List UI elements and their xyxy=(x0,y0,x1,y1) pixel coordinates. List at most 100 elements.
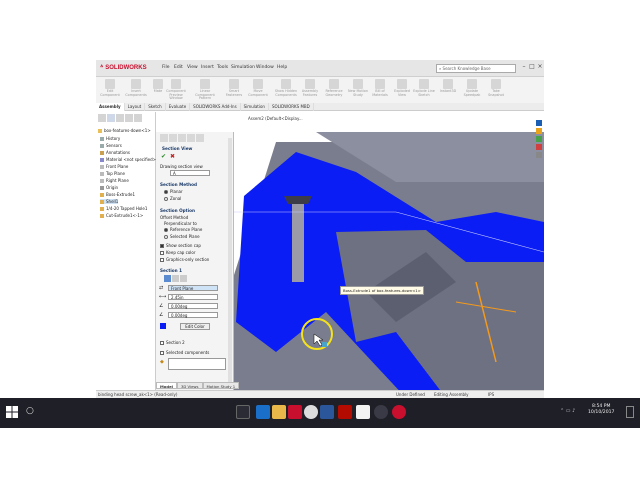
cap-color-swatch[interactable] xyxy=(160,323,166,329)
section-plane-field[interactable]: Front Plane xyxy=(168,285,218,291)
menu-insert[interactable]: Insert xyxy=(201,65,214,70)
take-snapshot-button[interactable]: Take Snapshot xyxy=(484,79,508,101)
recorder-icon[interactable] xyxy=(374,405,388,419)
status-units[interactable]: IPS xyxy=(488,392,494,397)
component-preview-button[interactable]: Component Preview Window xyxy=(164,79,188,101)
exploded-view-button[interactable]: Exploded View xyxy=(390,79,414,101)
selected-components-checkbox[interactable]: Selected components xyxy=(160,350,209,355)
tree-root[interactable]: box-features-down<1> xyxy=(98,128,151,133)
config-tab-icon[interactable] xyxy=(178,134,186,142)
zonal-radio[interactable]: Zonal xyxy=(164,196,181,201)
tab-sketch[interactable]: Sketch xyxy=(145,103,166,111)
windows-start-icon[interactable] xyxy=(6,406,18,418)
angle-y-field[interactable]: 0.00deg xyxy=(168,312,218,318)
tab-addins[interactable]: SOLIDWORKS Add-Ins xyxy=(190,103,241,111)
planar-radio[interactable]: Planar xyxy=(164,189,183,194)
keep-cap-color-checkbox[interactable]: Keep cap color xyxy=(160,250,195,255)
update-speedpak-button[interactable]: Update Speedpak xyxy=(460,79,484,101)
search-input[interactable]: ⌕ Search Knowledge Base xyxy=(436,64,516,73)
components-list-box[interactable] xyxy=(168,358,226,370)
ok-check-icon[interactable]: ✔ xyxy=(161,153,166,160)
right-plane-button[interactable] xyxy=(180,275,187,282)
menu-help[interactable]: Help xyxy=(277,65,287,70)
menu-view[interactable]: View xyxy=(187,65,198,70)
chrome-icon[interactable] xyxy=(304,405,318,419)
smart-fasteners-button[interactable]: Smart Fasteners xyxy=(222,79,246,101)
home-icon[interactable] xyxy=(536,120,542,126)
move-component-button[interactable]: Move Component xyxy=(246,79,270,101)
tab-model[interactable]: Model xyxy=(156,382,177,389)
tab-assembly[interactable]: Assembly xyxy=(96,103,125,111)
feature-manager-icon[interactable] xyxy=(98,114,106,122)
instant3d-button[interactable]: Instant3D xyxy=(436,79,460,101)
display-tab-icon[interactable] xyxy=(196,134,204,142)
tab-evaluate[interactable]: Evaluate xyxy=(166,103,191,111)
solidworks-taskbar-icon[interactable] xyxy=(288,405,302,419)
tab-layout[interactable]: Layout xyxy=(125,103,146,111)
display-manager-icon[interactable] xyxy=(134,114,142,122)
tree-item-material[interactable]: Material <not specified> xyxy=(100,157,156,162)
front-plane-button[interactable] xyxy=(164,275,171,282)
linear-pattern-button[interactable]: Linear Component Pattern xyxy=(190,79,220,101)
solidworks-launcher-icon[interactable] xyxy=(392,405,406,419)
menu-edit[interactable]: Edit xyxy=(174,65,183,70)
tree-item-tapped-hole[interactable]: 1/4-20 Tapped Hole1 xyxy=(100,206,147,211)
reference-geometry-button[interactable]: Reference Geometry xyxy=(322,79,346,101)
new-motion-study-button[interactable]: New Motion Study xyxy=(346,79,370,101)
tab-simulation[interactable]: Simulation xyxy=(241,103,269,111)
menu-window[interactable]: Window xyxy=(256,65,274,70)
notifications-icon[interactable] xyxy=(626,406,634,418)
angle-x-field[interactable]: 0.00deg xyxy=(168,303,218,309)
cortana-search-icon[interactable]: ○ xyxy=(26,406,34,416)
dim-tab-icon[interactable] xyxy=(187,134,195,142)
tab-mbd[interactable]: SOLIDWORKS MBD xyxy=(269,103,314,111)
show-hidden-button[interactable]: Show Hidden Components xyxy=(274,79,298,101)
taskbar-clock[interactable]: 8:54 PM 10/10/2017 xyxy=(588,404,614,416)
word-icon[interactable] xyxy=(320,405,334,419)
minimize-button[interactable]: – xyxy=(520,63,528,72)
tree-item-sensors[interactable]: Sensors xyxy=(100,143,122,148)
task-view-icon[interactable] xyxy=(236,405,250,419)
pm-scrollbar[interactable] xyxy=(228,138,232,388)
drawing-section-input[interactable]: A xyxy=(170,170,210,176)
edit-component-button[interactable]: Edit Component xyxy=(98,79,122,101)
paint-icon[interactable] xyxy=(356,405,370,419)
insert-components-button[interactable]: Insert Components xyxy=(124,79,148,101)
tab-3d-views[interactable]: 3D Views xyxy=(176,382,203,389)
design-library-icon[interactable] xyxy=(536,128,542,134)
flip-direction-icon[interactable]: ⇄ xyxy=(159,285,163,291)
tree-item-boss-extrude[interactable]: Boss-Extrude1 xyxy=(100,192,135,197)
selected-plane-radio[interactable]: Selected Plane xyxy=(164,234,200,239)
top-plane-button[interactable] xyxy=(172,275,179,282)
tab-motion-study[interactable]: Motion Study 1 xyxy=(202,382,240,389)
viewport-breadcrumb[interactable]: Assem2 (Default<Display... xyxy=(248,116,303,121)
feature-tab-icon[interactable] xyxy=(160,134,168,142)
tree-item-shell[interactable]: Shell1 xyxy=(100,199,119,204)
tree-item-front-plane[interactable]: Front Plane xyxy=(100,164,128,169)
appearances-icon[interactable] xyxy=(536,152,542,158)
tree-item-origin[interactable]: Origin xyxy=(100,185,118,190)
file-explorer-icon[interactable] xyxy=(536,136,542,142)
system-tray-icons[interactable]: ⌃ ▭ ♪ xyxy=(560,408,575,414)
edit-color-button[interactable]: Edit Color xyxy=(180,323,210,330)
acrobat-icon[interactable] xyxy=(338,405,352,419)
offset-distance-field[interactable]: 2.45in xyxy=(168,294,218,300)
menu-file[interactable]: File xyxy=(162,65,170,70)
tree-item-annotations[interactable]: Annotations xyxy=(100,150,130,155)
maximize-button[interactable]: □ xyxy=(528,63,536,72)
show-section-cap-checkbox[interactable]: Show section cap xyxy=(160,243,201,248)
tree-item-right-plane[interactable]: Right Plane xyxy=(100,178,129,183)
property-tab-icon[interactable] xyxy=(169,134,177,142)
assembly-features-button[interactable]: Assembly Features xyxy=(298,79,322,101)
property-manager-icon[interactable] xyxy=(107,114,115,122)
bill-of-materials-button[interactable]: Bill of Materials xyxy=(368,79,392,101)
tree-item-cut-extrude[interactable]: Cut-Extrude1<-1> xyxy=(100,213,143,218)
graphics-only-checkbox[interactable]: Graphics-only section xyxy=(160,257,209,262)
tree-item-history[interactable]: History xyxy=(100,136,120,141)
menu-simulation[interactable]: Simulation xyxy=(231,65,255,70)
edge-browser-icon[interactable] xyxy=(256,405,270,419)
config-manager-icon[interactable] xyxy=(116,114,124,122)
tree-item-top-plane[interactable]: Top Plane xyxy=(100,171,125,176)
view-palette-icon[interactable] xyxy=(536,144,542,150)
close-button[interactable]: × xyxy=(536,63,544,72)
